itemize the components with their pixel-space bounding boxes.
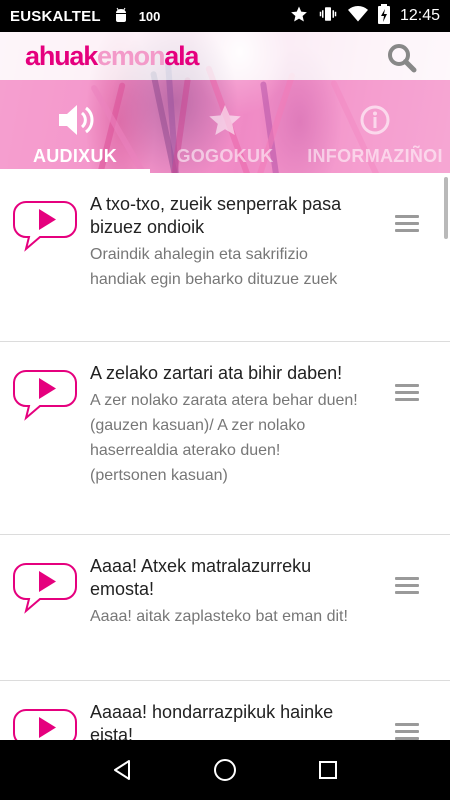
tab-label: GOGOKUK bbox=[176, 146, 274, 166]
item-title: A zelako zartari ata bihir daben! bbox=[90, 363, 343, 383]
list-item[interactable]: Aaaaa! hondarrazpikuk hainke eista! bbox=[0, 681, 450, 740]
list-item[interactable]: Aaaa! Atxek matralazurreku emosta! Aaaa!… bbox=[0, 535, 450, 681]
battery-icon bbox=[377, 4, 390, 28]
app-header: ahuakemonala AUDIXUK GOGOKUK INFORMAZIÑO… bbox=[0, 32, 450, 173]
tab-label: INFORMAZIÑOI bbox=[307, 146, 443, 166]
tab-label: AUDIXUK bbox=[32, 146, 118, 166]
tab-informazinoi[interactable]: INFORMAZIÑOI bbox=[300, 80, 450, 173]
back-button[interactable] bbox=[102, 750, 142, 790]
vibrate-icon bbox=[318, 5, 338, 27]
android-icon bbox=[113, 7, 129, 25]
expressions-list[interactable]: A txo-txo, zueik senperrak pasa bizuez o… bbox=[0, 173, 450, 740]
star-status-icon bbox=[290, 5, 308, 27]
clock: 12:45 bbox=[399, 7, 440, 24]
navigation-bar bbox=[0, 740, 450, 800]
play-bubble-icon[interactable] bbox=[12, 705, 78, 740]
item-description: Aaaa! aitak zaplasteko bat eman dit! bbox=[90, 608, 348, 625]
wifi-icon bbox=[347, 5, 368, 27]
scrollbar[interactable] bbox=[444, 177, 448, 239]
item-title: Aaaa! Atxek matralazurreku emosta! bbox=[90, 556, 312, 599]
battery-level-text: 100 bbox=[138, 8, 161, 24]
search-icon[interactable] bbox=[386, 42, 418, 74]
recents-button[interactable] bbox=[308, 750, 348, 790]
top-bar: ahuakemonala bbox=[0, 32, 450, 80]
tab-audixuk[interactable]: AUDIXUK bbox=[0, 80, 150, 173]
carrier-name: EUSKALTEL bbox=[10, 7, 101, 25]
list-item[interactable]: A txo-txo, zueik senperrak pasa bizuez o… bbox=[0, 173, 450, 342]
item-title: A txo-txo, zueik senperrak pasa bizuez o… bbox=[90, 194, 342, 237]
menu-icon[interactable] bbox=[395, 215, 419, 235]
tab-bar: AUDIXUK GOGOKUK INFORMAZIÑOI bbox=[0, 80, 450, 173]
play-bubble-icon[interactable] bbox=[12, 559, 78, 615]
status-bar: EUSKALTEL 100 12:45 bbox=[0, 0, 450, 32]
home-button[interactable] bbox=[205, 750, 245, 790]
list-item[interactable]: A zelako zartari ata bihir daben! A zer … bbox=[0, 342, 450, 535]
info-icon bbox=[359, 102, 391, 138]
item-description: A zer nolako zarata atera behar duen! (g… bbox=[90, 392, 358, 484]
play-bubble-icon[interactable] bbox=[12, 366, 78, 422]
item-title: Aaaaa! hondarrazpikuk hainke eista! bbox=[90, 702, 334, 740]
tab-gogokuk[interactable]: GOGOKUK bbox=[150, 80, 300, 173]
menu-icon[interactable] bbox=[395, 384, 419, 404]
item-description: Oraindik ahalegin eta sakrifizio handiak… bbox=[90, 246, 338, 288]
star-icon bbox=[206, 102, 244, 138]
app-logo: ahuakemonala bbox=[25, 41, 199, 71]
speaker-icon bbox=[55, 102, 95, 138]
menu-icon[interactable] bbox=[395, 577, 419, 597]
play-bubble-icon[interactable] bbox=[12, 197, 78, 253]
menu-icon[interactable] bbox=[395, 723, 419, 740]
